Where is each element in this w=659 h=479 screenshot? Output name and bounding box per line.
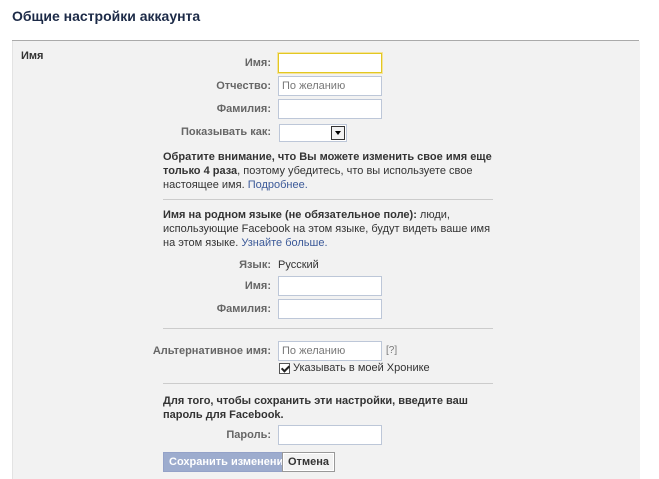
native-first-name-input[interactable] <box>278 276 382 296</box>
native-name-intro: Имя на родном языке (не обязательное пол… <box>163 208 498 250</box>
language-value: Русский <box>278 259 319 271</box>
save-changes-button[interactable]: Сохранить изменения <box>163 452 296 472</box>
password-input[interactable] <box>278 425 382 445</box>
first-name-input[interactable] <box>278 53 382 73</box>
page-title: Общие настройки аккаунта <box>12 8 201 24</box>
password-prompt: Для того, чтобы сохранить эти настройки,… <box>163 395 468 421</box>
native-first-name-label: Имя: <box>244 280 271 292</box>
name-settings-panel: Имя Имя: Отчество: По желанию Фамилия: П… <box>12 41 640 479</box>
alternate-help-link[interactable]: [?] <box>386 344 397 358</box>
name-change-notice: Обратите внимание, что Вы можете изменит… <box>163 150 498 192</box>
native-intro-bold: Имя на родном языке (не обязательное пол… <box>163 209 417 221</box>
password-label: Пароль: <box>226 429 271 441</box>
section-label: Имя <box>21 50 44 62</box>
middle-name-placeholder: По желанию <box>282 80 346 92</box>
middle-name-input[interactable]: По желанию <box>278 76 382 96</box>
learn-more-link[interactable]: Подробнее. <box>248 179 308 191</box>
show-on-timeline-checkbox[interactable] <box>279 363 290 374</box>
native-last-name-input[interactable] <box>278 299 382 319</box>
display-as-label: Показывать как: <box>181 126 271 138</box>
alternate-name-placeholder: По желанию <box>282 345 346 357</box>
middle-name-label: Отчество: <box>216 80 271 92</box>
divider <box>163 328 493 329</box>
native-last-name-label: Фамилия: <box>216 303 271 315</box>
first-name-label: Имя: <box>244 57 271 69</box>
native-learn-more-link[interactable]: Узнайте больше. <box>241 237 327 249</box>
show-on-timeline-label: Указывать в моей Хронике <box>293 362 430 374</box>
cancel-button[interactable]: Отмена <box>282 452 335 472</box>
divider <box>163 383 493 384</box>
alternate-name-label: Альтернативное имя: <box>152 345 271 357</box>
display-as-select[interactable] <box>279 124 347 142</box>
chevron-down-icon[interactable] <box>331 126 345 140</box>
last-name-label: Фамилия: <box>216 103 271 115</box>
language-label: Язык: <box>239 259 271 271</box>
divider <box>163 199 493 200</box>
last-name-input[interactable] <box>278 99 382 119</box>
